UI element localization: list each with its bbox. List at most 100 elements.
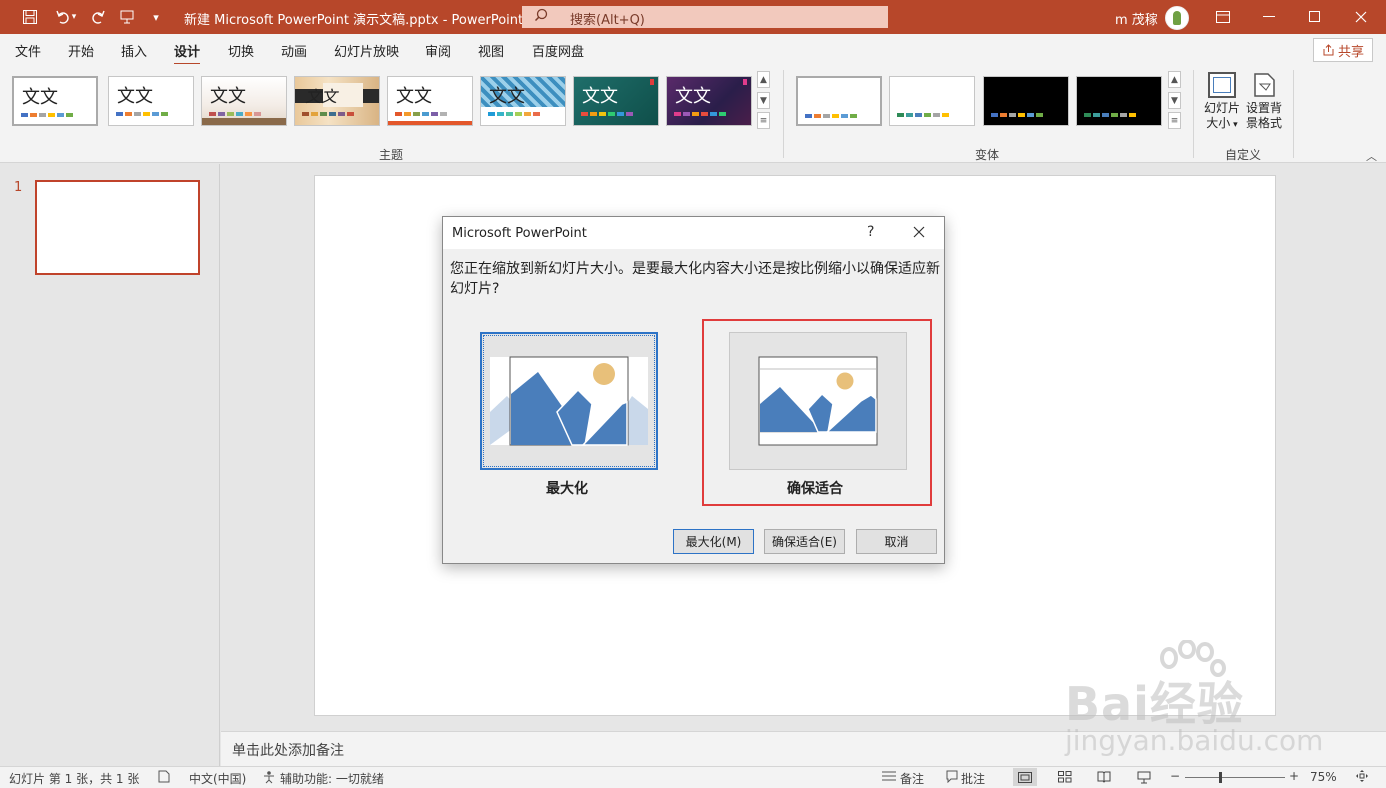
comments-button[interactable]: 批注	[961, 770, 985, 787]
avatar[interactable]	[1165, 6, 1189, 30]
variants-group-label: 变体	[975, 148, 1000, 162]
option-maximize-label: 最大化	[546, 481, 588, 497]
theme-office-2[interactable]: 文文	[108, 76, 194, 126]
group-separator	[1193, 70, 1194, 158]
tab-insert[interactable]: 插入	[121, 41, 147, 60]
redo-icon[interactable]	[83, 0, 113, 34]
theme-sample-text: 文文	[22, 87, 58, 108]
language-status[interactable]: 中文(中国)	[189, 770, 246, 787]
dialog-help-button[interactable]: ?	[867, 224, 874, 240]
group-separator	[783, 70, 784, 158]
themes-group-label: 主题	[379, 148, 404, 162]
theme-sample-text: 文文	[117, 86, 153, 107]
slide-info: 幻灯片 第 1 张，共 1 张	[9, 772, 140, 786]
ribbon-tabs: 文件 开始 插入 设计 切换 动画 幻灯片放映 审阅 视图 百度网盘	[0, 34, 1386, 66]
format-background-icon	[1250, 72, 1278, 98]
group-separator	[1293, 70, 1294, 158]
fit-to-window-icon[interactable]	[1355, 769, 1369, 786]
accessibility-status[interactable]: 辅助功能: 一切就绪	[280, 770, 384, 787]
share-button[interactable]: 共享	[1313, 38, 1373, 62]
watermark-url: jingyan.baidu.com	[1065, 724, 1324, 757]
dialog-title: Microsoft PowerPoint	[452, 226, 587, 241]
variants-scroll-down-icon[interactable]: ▼	[1168, 92, 1181, 109]
document-title: 新建 Microsoft PowerPoint 演示文稿.pptx - Powe…	[184, 13, 524, 28]
tab-file[interactable]: 文件	[15, 41, 41, 60]
variant-4[interactable]	[1076, 76, 1162, 126]
theme-ion[interactable]: 文文	[387, 76, 473, 126]
zoom-slider-thumb[interactable]	[1219, 772, 1222, 783]
customize-group-label: 自定义	[1225, 148, 1262, 162]
comments-icon[interactable]	[946, 770, 958, 786]
variant-3[interactable]	[983, 76, 1069, 126]
maximize-icon[interactable]	[1292, 0, 1338, 34]
theme-sample-text: 文文	[582, 86, 618, 107]
variants-scroll-up-icon[interactable]: ▲	[1168, 71, 1181, 88]
tab-view[interactable]: 视图	[478, 41, 504, 60]
save-icon[interactable]	[15, 0, 45, 34]
slide-thumbnail-pane: 1	[0, 164, 220, 766]
normal-view-icon[interactable]	[1013, 768, 1037, 786]
slide-thumbnail[interactable]	[35, 180, 200, 275]
baidu-watermark: Bai经验 jingyan.baidu.com	[1065, 640, 1323, 760]
reading-view-icon[interactable]	[1092, 768, 1116, 786]
ensure-fit-button[interactable]: 确保适合(E)	[764, 529, 845, 554]
tab-transitions[interactable]: 切换	[228, 41, 254, 60]
ribbon-display-icon[interactable]	[1200, 0, 1246, 34]
tab-animations[interactable]: 动画	[281, 41, 307, 60]
dialog-close-icon[interactable]	[913, 222, 925, 242]
share-label: 共享	[1337, 44, 1364, 60]
spell-check-icon[interactable]	[158, 770, 170, 786]
customize-qat-icon[interactable]: ▾	[141, 0, 171, 34]
slide-size-label-2: 大小	[1206, 116, 1231, 130]
tab-design[interactable]: 设计	[174, 41, 201, 66]
tab-slideshow[interactable]: 幻灯片放映	[334, 41, 399, 60]
maximize-illustration	[490, 356, 648, 446]
slide-sorter-icon[interactable]	[1053, 768, 1077, 786]
themes-scroll-up-icon[interactable]: ▲	[757, 71, 770, 88]
user-name[interactable]: m 茂稼	[1115, 9, 1158, 28]
themes-scroll-down-icon[interactable]: ▼	[757, 92, 770, 109]
cancel-button[interactable]: 取消	[856, 529, 937, 554]
notes-toggle-button[interactable]: 备注	[900, 770, 924, 787]
maximize-button[interactable]: 最大化(M)	[673, 529, 754, 554]
slide-size-button[interactable]: 幻灯片 大小 ▾	[1201, 72, 1243, 133]
themes-more-icon[interactable]: ≡	[757, 112, 770, 129]
option-maximize[interactable]	[480, 332, 658, 470]
option-ensure-fit[interactable]	[729, 332, 907, 470]
status-bar: 幻灯片 第 1 张，共 1 张 中文(中国) 辅助功能: 一切就绪 备注 批注 …	[0, 766, 1386, 788]
close-icon[interactable]	[1338, 0, 1384, 34]
theme-office[interactable]: 文文	[12, 76, 98, 126]
collapse-ribbon-icon[interactable]: ︿	[1366, 148, 1377, 164]
format-background-label-1: 设置背	[1245, 101, 1282, 115]
zoom-in-icon[interactable]: +	[1289, 769, 1299, 783]
tab-home[interactable]: 开始	[68, 41, 94, 60]
ensure-fit-illustration	[758, 356, 878, 446]
search-box[interactable]: 搜索(Alt+Q)	[522, 6, 888, 28]
slideshow-view-icon[interactable]	[1132, 768, 1156, 786]
theme-sample-text: 文文	[396, 86, 432, 107]
share-icon	[1323, 44, 1334, 56]
theme-wood[interactable]: 文文	[294, 76, 380, 126]
variant-2[interactable]	[889, 76, 975, 126]
theme-pattern[interactable]: 文文	[480, 76, 566, 126]
variants-more-icon[interactable]: ≡	[1168, 112, 1181, 129]
theme-sample-text: 文文	[210, 86, 246, 107]
minimize-icon[interactable]	[1246, 0, 1292, 34]
scale-content-dialog: Microsoft PowerPoint ? 您正在缩放到新幻灯片大小。是要最大…	[442, 216, 945, 564]
variant-1[interactable]	[796, 76, 882, 126]
accessibility-icon[interactable]	[262, 770, 276, 787]
undo-dropdown-icon[interactable]: ▾	[66, 0, 82, 34]
zoom-slider[interactable]	[1185, 777, 1285, 778]
zoom-level[interactable]: 75%	[1310, 770, 1337, 784]
tab-review[interactable]: 审阅	[425, 41, 451, 60]
zoom-out-icon[interactable]: −	[1170, 769, 1180, 783]
notes-toggle-icon[interactable]	[882, 770, 896, 785]
theme-teal[interactable]: 文文	[573, 76, 659, 126]
present-icon[interactable]	[112, 0, 142, 34]
format-background-button[interactable]: 设置背 景格式	[1243, 72, 1285, 131]
theme-purple[interactable]: 文文	[666, 76, 752, 126]
tab-baidu-netdisk[interactable]: 百度网盘	[532, 41, 584, 60]
theme-facet[interactable]: 文文	[201, 76, 287, 126]
slide-number: 1	[14, 180, 23, 195]
theme-sample-text: 文文	[489, 86, 525, 107]
